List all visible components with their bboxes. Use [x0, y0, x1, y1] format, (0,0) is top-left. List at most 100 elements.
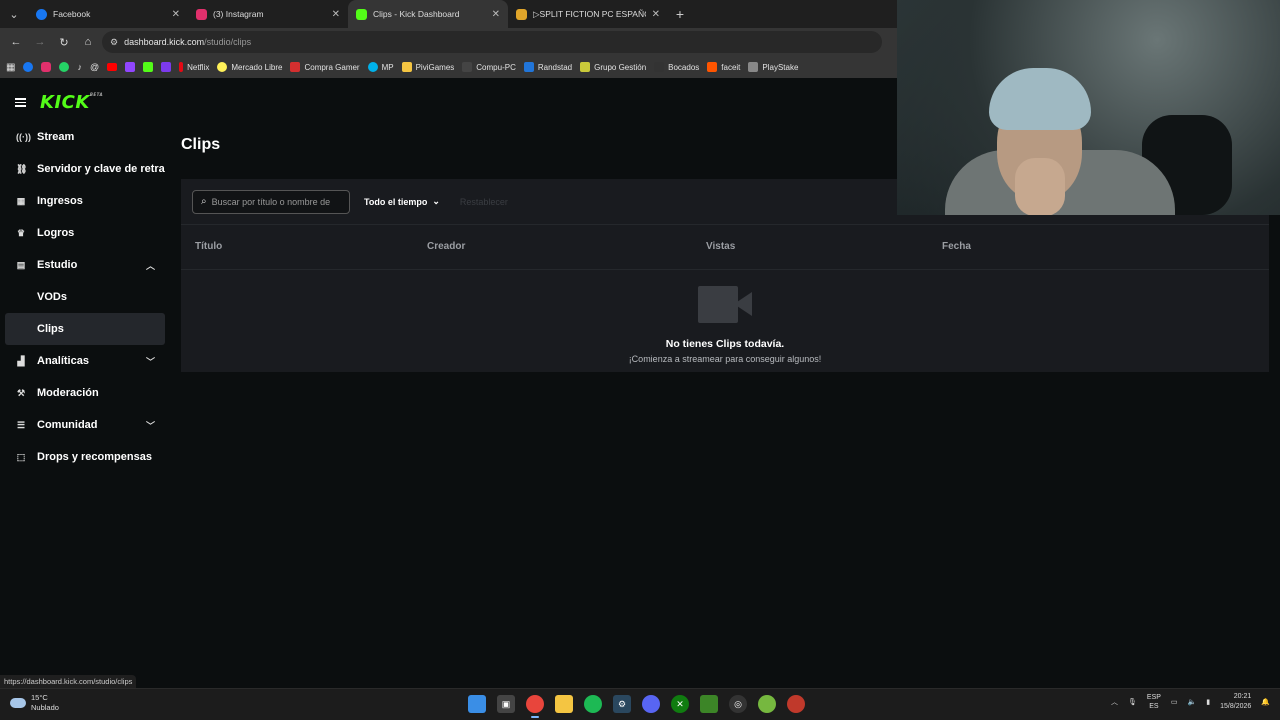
microphone-icon[interactable]: 🎙 — [1128, 698, 1137, 706]
bookmark-randstad[interactable]: Randstad — [523, 62, 572, 72]
battery-icon[interactable]: ▮ — [1206, 698, 1210, 706]
chevron-down-icon: ﹀ — [145, 420, 155, 431]
network-icon[interactable]: ▭ — [1171, 698, 1178, 706]
empty-state-title: No tienes Clips todavía. — [665, 338, 785, 350]
tab-facebook[interactable]: Facebook ✕ — [28, 0, 188, 28]
sidebar-item-comunidad[interactable]: ☰ Comunidad ﹀ — [5, 409, 165, 441]
youtube-bookmark-icon[interactable] — [107, 63, 118, 71]
bookmark-bocados[interactable]: Bocados — [654, 62, 699, 72]
z-bookmark-icon[interactable] — [161, 62, 172, 72]
bookmark-mp[interactable]: MP — [367, 62, 394, 72]
faceit-icon — [707, 62, 718, 72]
notification-bell-icon[interactable]: 🔔 — [1261, 698, 1270, 706]
weather-condition: Nublado — [31, 703, 59, 712]
status-bar-url: https://dashboard.kick.com/studio/clips — [0, 675, 137, 688]
facebook-icon — [36, 8, 47, 20]
system-tray: ︿ 🎙 ESP ES ▭ 🔈 ▮ 20:21 15/8/2026 🔔 — [1111, 692, 1270, 712]
tab-split-fiction[interactable]: ▷SPLIT FICTION PC ESPAÑOL - ✕ — [508, 0, 668, 28]
sidebar-item-stream-key[interactable]: ⛓Servidor y clave de retransmisión — [5, 153, 165, 185]
back-icon[interactable]: ← — [6, 32, 26, 52]
steam-icon[interactable]: ⚙ — [613, 695, 631, 713]
language-indicator[interactable]: ESP ES — [1147, 693, 1161, 711]
search-input[interactable]: ⌕ Buscar por título o nombre de — [192, 189, 350, 214]
windows-start-icon[interactable] — [468, 695, 486, 713]
sidebar-header: KICKBETA — [15, 92, 103, 113]
close-tab-icon[interactable]: ✕ — [172, 9, 180, 20]
reload-icon[interactable]: ↻ — [54, 32, 74, 52]
facebook-bookmark-icon[interactable] — [23, 62, 34, 72]
home-icon[interactable]: ⌂ — [78, 32, 98, 52]
new-tab-button[interactable]: + — [668, 6, 692, 22]
bookmark-netflix[interactable]: Netflix — [179, 62, 209, 72]
tab-search-chevron-icon[interactable]: ⌄ — [0, 0, 28, 28]
bocados-icon — [654, 62, 665, 72]
bookmark-pivigames[interactable]: PiviGames — [401, 62, 454, 72]
discord-icon[interactable] — [642, 695, 660, 713]
chevron-up-icon[interactable]: ︿ — [1111, 697, 1118, 707]
bookmark-mercado-libre[interactable]: Mercado Libre — [217, 62, 282, 72]
site-info-icon[interactable]: ⚙ — [110, 37, 118, 48]
compra-gamer-icon — [290, 62, 301, 72]
xbox-icon[interactable]: ✕ — [671, 695, 689, 713]
bookmark-playstake[interactable]: PlayStake — [748, 62, 798, 72]
randstad-icon — [523, 62, 534, 72]
sidebar-item-ingresos[interactable]: ▦ Ingresos — [5, 185, 165, 217]
sidebar-item-estudio[interactable]: ▤ Estudio ︿ — [5, 249, 165, 281]
weather-temperature: 15°C — [31, 693, 48, 702]
minecraft-icon[interactable] — [700, 695, 718, 713]
recording-app-icon[interactable]: ◎ — [729, 695, 747, 713]
close-tab-icon[interactable]: ✕ — [652, 9, 660, 20]
sidebar-item-moderacion[interactable]: ⚒ Moderación — [5, 377, 165, 409]
sidebar-item-vods[interactable]: VODs — [5, 281, 165, 313]
apps-grid-icon[interactable]: ▦ — [6, 62, 15, 73]
kick-logo[interactable]: KICKBETA — [40, 92, 103, 113]
sidebar-item-stream[interactable]: ((·)) Stream — [5, 121, 165, 153]
instagram-bookmark-icon[interactable] — [41, 62, 52, 72]
weather-widget[interactable]: 15°C Nublado — [10, 693, 59, 713]
tab-kick-dashboard[interactable]: Clips - Kick Dashboard ✕ — [348, 0, 508, 28]
broadcast-icon: ((·)) — [16, 132, 31, 142]
url-field[interactable]: ⚙ dashboard.kick.com/studio/clips — [102, 31, 882, 53]
cloud-icon — [10, 698, 26, 708]
time-filter-dropdown[interactable]: Todo el tiempo ⌄ — [364, 196, 440, 207]
sidebar-item-clips[interactable]: Clips — [5, 313, 165, 345]
chrome-icon[interactable] — [526, 695, 544, 718]
mercado-pago-icon — [367, 62, 378, 72]
column-titulo[interactable]: Título — [195, 241, 222, 252]
column-creador[interactable]: Creador — [427, 241, 465, 252]
bookmark-faceit[interactable]: faceit — [707, 62, 740, 72]
close-tab-icon[interactable]: ✕ — [332, 9, 340, 20]
bookmark-compra-gamer[interactable]: Compra Gamer — [290, 62, 360, 72]
hammer-icon: ⚒ — [16, 387, 26, 398]
bookmark-compu-pc[interactable]: Compu-PC — [462, 62, 516, 72]
bookmark-grupo-gestion[interactable]: Grupo Gestión — [580, 62, 646, 72]
utorrent-icon[interactable] — [758, 695, 776, 713]
empty-state-subtitle: ¡Comienza a streamear para conseguir alg… — [628, 354, 822, 364]
tab-instagram[interactable]: (3) Instagram ✕ — [188, 0, 348, 28]
forward-icon[interactable]: → — [30, 32, 50, 52]
webcam-overlay — [897, 0, 1280, 215]
grupo-gestion-icon — [580, 62, 591, 72]
store-icon[interactable]: ▣ — [497, 695, 515, 713]
volume-icon[interactable]: 🔈 — [1188, 698, 1197, 706]
hamburger-menu-icon[interactable] — [15, 98, 26, 107]
link-icon: ⛓ — [16, 163, 28, 174]
sidebar-item-analiticas[interactable]: ▟ Analíticas ﹀ — [5, 345, 165, 377]
threads-bookmark-icon[interactable]: @ — [90, 62, 99, 72]
tiktok-bookmark-icon[interactable]: ♪ — [77, 62, 82, 72]
whatsapp-bookmark-icon[interactable] — [59, 62, 70, 72]
kick-bookmark-icon[interactable] — [143, 62, 154, 72]
spotify-icon[interactable] — [584, 695, 602, 713]
sidebar-item-drops[interactable]: ⬚ Drops y recompensas — [5, 441, 165, 473]
column-vistas[interactable]: Vistas — [706, 241, 735, 252]
sidebar-nav: ((·))Stream ⛓Servidor y clave de retrans… — [5, 121, 165, 473]
close-tab-icon[interactable]: ✕ — [492, 9, 500, 20]
url-path: /studio/clips — [204, 37, 252, 47]
game-app-icon[interactable] — [787, 695, 805, 713]
sidebar-item-logros[interactable]: ♛ Logros — [5, 217, 165, 249]
file-explorer-icon[interactable] — [555, 695, 573, 713]
column-fecha[interactable]: Fecha — [942, 241, 971, 252]
reset-button[interactable]: Restablecer — [460, 197, 508, 207]
clock[interactable]: 20:21 15/8/2026 — [1220, 692, 1251, 712]
twitch-bookmark-icon[interactable] — [125, 62, 136, 72]
